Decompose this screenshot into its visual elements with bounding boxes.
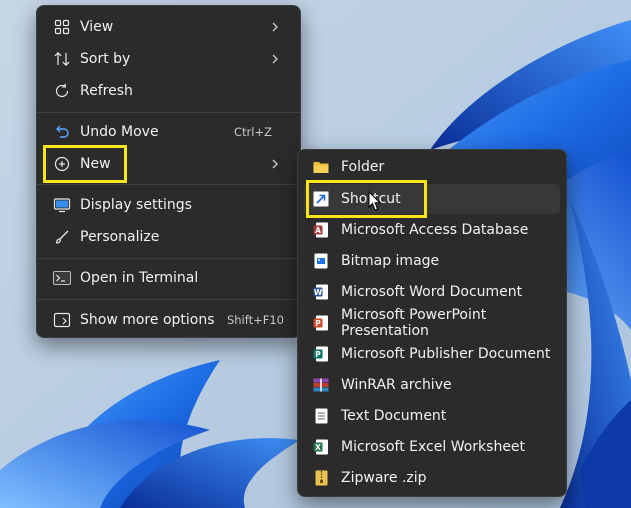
submenu-item-bitmap-image[interactable]: Bitmap image bbox=[304, 246, 560, 276]
bitmap-icon bbox=[313, 253, 329, 269]
menu-item-sort-by[interactable]: Sort by bbox=[43, 44, 294, 74]
winrar-icon bbox=[313, 377, 329, 393]
submenu-item-shortcut[interactable]: Shortcut bbox=[304, 184, 560, 214]
submenu-item-label: Bitmap image bbox=[341, 253, 440, 269]
grid-view-icon bbox=[53, 18, 71, 36]
publisher-icon: P bbox=[313, 346, 329, 362]
menu-item-label: New bbox=[80, 156, 111, 172]
chevron-right-icon bbox=[272, 159, 278, 169]
menu-separator bbox=[37, 112, 300, 113]
zipware-icon bbox=[313, 470, 329, 486]
menu-separator bbox=[37, 184, 300, 185]
submenu-item-publisher-document[interactable]: P Microsoft Publisher Document bbox=[304, 339, 560, 369]
menu-item-label: Open in Terminal bbox=[80, 270, 199, 286]
more-options-icon bbox=[53, 311, 71, 329]
refresh-icon bbox=[53, 82, 71, 100]
submenu-item-label: Text Document bbox=[341, 408, 447, 424]
menu-item-personalize[interactable]: Personalize bbox=[43, 222, 294, 252]
submenu-item-label: Zipware .zip bbox=[341, 470, 427, 486]
submenu-item-text-document[interactable]: Text Document bbox=[304, 401, 560, 431]
submenu-item-label: Microsoft Word Document bbox=[341, 284, 523, 300]
desktop-context-menu: View Sort by Refresh Undo Move Ctrl+Z Ne… bbox=[36, 5, 301, 338]
menu-item-label: Show more options bbox=[80, 312, 215, 328]
menu-item-label: Display settings bbox=[80, 197, 192, 213]
submenu-item-powerpoint-presentation[interactable]: P Microsoft PowerPoint Presentation bbox=[304, 307, 560, 339]
shortcut-icon bbox=[313, 191, 329, 207]
menu-item-label: Personalize bbox=[80, 229, 160, 245]
menu-item-new[interactable]: New bbox=[43, 149, 294, 179]
word-icon: W bbox=[313, 284, 329, 300]
folder-icon bbox=[313, 159, 329, 175]
submenu-item-label: Microsoft Excel Worksheet bbox=[341, 439, 526, 455]
terminal-icon bbox=[53, 269, 71, 287]
menu-item-view[interactable]: View bbox=[43, 12, 294, 42]
menu-separator bbox=[37, 299, 300, 300]
svg-text:A: A bbox=[315, 226, 321, 235]
submenu-item-access-database[interactable]: A Microsoft Access Database bbox=[304, 215, 560, 245]
svg-text:W: W bbox=[314, 288, 323, 297]
excel-icon: X bbox=[313, 439, 329, 455]
new-submenu: Folder Shortcut A Microsoft Access Datab… bbox=[297, 149, 567, 497]
submenu-item-word-document[interactable]: W Microsoft Word Document bbox=[304, 277, 560, 307]
submenu-item-label: Microsoft Access Database bbox=[341, 222, 529, 238]
access-icon: A bbox=[313, 222, 329, 238]
menu-separator bbox=[37, 258, 300, 259]
keyboard-shortcut: Ctrl+Z bbox=[234, 125, 272, 139]
menu-item-label: View bbox=[80, 19, 114, 35]
keyboard-shortcut: Shift+F10 bbox=[226, 313, 284, 327]
menu-item-label: Undo Move bbox=[80, 124, 159, 140]
submenu-item-winrar-archive[interactable]: WinRAR archive bbox=[304, 370, 560, 400]
submenu-item-label: WinRAR archive bbox=[341, 377, 452, 393]
chevron-right-icon bbox=[272, 54, 278, 64]
mouse-cursor-icon bbox=[368, 191, 382, 211]
brush-icon bbox=[53, 228, 71, 246]
chevron-right-icon bbox=[272, 22, 278, 32]
submenu-item-excel-worksheet[interactable]: X Microsoft Excel Worksheet bbox=[304, 432, 560, 462]
menu-item-undo-move[interactable]: Undo Move Ctrl+Z bbox=[43, 117, 294, 147]
menu-item-label: Sort by bbox=[80, 51, 131, 67]
text-document-icon bbox=[313, 408, 329, 424]
submenu-item-label: Microsoft PowerPoint Presentation bbox=[341, 307, 487, 339]
display-icon bbox=[53, 196, 71, 214]
menu-item-refresh[interactable]: Refresh bbox=[43, 76, 294, 106]
menu-item-open-in-terminal[interactable]: Open in Terminal bbox=[43, 263, 294, 293]
svg-text:P: P bbox=[315, 319, 321, 328]
powerpoint-icon: P bbox=[313, 315, 329, 331]
new-plus-icon bbox=[53, 155, 71, 173]
svg-text:X: X bbox=[315, 443, 321, 452]
submenu-item-label: Microsoft Publisher Document bbox=[341, 346, 551, 362]
submenu-item-zipware-zip[interactable]: Zipware .zip bbox=[304, 463, 560, 493]
sort-icon bbox=[53, 50, 71, 68]
submenu-item-folder[interactable]: Folder bbox=[304, 152, 560, 182]
svg-text:P: P bbox=[315, 350, 321, 359]
menu-item-label: Refresh bbox=[80, 83, 133, 99]
menu-item-show-more-options[interactable]: Show more options Shift+F10 bbox=[43, 305, 294, 335]
submenu-item-label: Folder bbox=[341, 159, 385, 175]
undo-icon bbox=[53, 123, 71, 141]
menu-item-display-settings[interactable]: Display settings bbox=[43, 190, 294, 220]
